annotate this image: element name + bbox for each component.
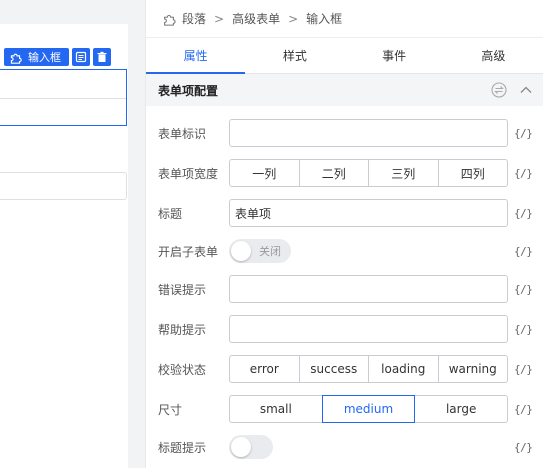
copy-button[interactable]: [72, 48, 90, 66]
toggle-state-text: 关闭: [259, 245, 281, 258]
canvas-input-field[interactable]: [0, 172, 127, 200]
property-panel: 段落 > 高级表单 > 输入框 属性 样式 事件 高级 表单项配置 表单标识 {…: [145, 0, 543, 468]
status-option-success[interactable]: success: [298, 355, 369, 383]
item-width-group: 一列 二列 三列 四列: [229, 159, 508, 187]
field-label: 表单标识: [158, 126, 207, 141]
field-label: 帮助提示: [158, 322, 207, 337]
title-input[interactable]: 表单项: [229, 199, 508, 227]
formula-button[interactable]: {/}: [514, 207, 533, 220]
tab-advanced[interactable]: 高级: [444, 38, 543, 73]
component-tag[interactable]: 输入框: [4, 48, 69, 66]
field-row-help-tip: 帮助提示 {/}: [146, 315, 543, 343]
status-option-warning[interactable]: warning: [437, 355, 508, 383]
formula-button[interactable]: {/}: [514, 363, 533, 376]
field-label: 错误提示: [158, 282, 207, 297]
field-label: 标题: [158, 206, 183, 221]
validate-status-group: error success loading warning: [229, 355, 508, 383]
section-title: 表单项配置: [158, 83, 219, 98]
chevron-up-icon[interactable]: [519, 83, 533, 97]
field-row-error-tip: 错误提示 {/}: [146, 275, 543, 303]
field-row-size: 尺寸 small medium large {/}: [146, 395, 543, 423]
selected-input-component[interactable]: [0, 69, 127, 126]
copy-icon: [75, 51, 87, 63]
breadcrumb-separator: >: [214, 11, 225, 26]
section-actions: [491, 74, 533, 106]
switch-icon[interactable]: [491, 82, 507, 98]
breadcrumb-separator: >: [288, 11, 299, 26]
formula-button[interactable]: {/}: [514, 167, 533, 180]
status-option-loading[interactable]: loading: [368, 355, 439, 383]
delete-button[interactable]: [93, 48, 111, 66]
design-canvas: 输入框: [0, 0, 130, 468]
component-tag-label: 输入框: [28, 51, 61, 64]
field-row-title: 标题 表单项 {/}: [146, 199, 543, 227]
width-option-1[interactable]: 一列: [229, 159, 300, 187]
formula-button[interactable]: {/}: [514, 245, 533, 258]
field-row-title-tip: 标题提示 {/}: [146, 433, 543, 461]
title-tip-toggle[interactable]: [229, 435, 273, 459]
toggle-knob: [231, 241, 251, 261]
field-label: 标题提示: [158, 440, 207, 455]
component-toolbar: 输入框: [4, 48, 111, 66]
component-icon: [10, 53, 22, 64]
width-option-4[interactable]: 四列: [437, 159, 508, 187]
size-option-small[interactable]: small: [229, 395, 323, 423]
field-label: 开启子表单: [158, 244, 219, 259]
field-label: 尺寸: [158, 402, 183, 417]
formula-button[interactable]: {/}: [514, 323, 533, 336]
status-option-error[interactable]: error: [229, 355, 300, 383]
size-option-large[interactable]: large: [414, 395, 509, 423]
tab-properties[interactable]: 属性: [146, 38, 246, 74]
breadcrumb-item[interactable]: 段落: [182, 10, 206, 27]
error-tip-input[interactable]: [229, 275, 508, 303]
breadcrumb-item[interactable]: 输入框: [306, 10, 342, 27]
sub-form-toggle[interactable]: 关闭: [229, 239, 291, 263]
field-row-form-id: 表单标识 {/}: [146, 119, 543, 147]
help-tip-input[interactable]: [229, 315, 508, 343]
size-option-medium[interactable]: medium: [321, 395, 416, 423]
formula-button[interactable]: {/}: [514, 441, 533, 454]
formula-button[interactable]: {/}: [514, 127, 533, 140]
trash-icon: [97, 51, 107, 62]
toggle-knob: [231, 437, 251, 457]
formula-button[interactable]: {/}: [514, 283, 533, 296]
field-row-item-width: 表单项宽度 一列 二列 三列 四列 {/}: [146, 159, 543, 187]
breadcrumb-item[interactable]: 高级表单: [232, 10, 280, 27]
field-row-sub-form: 开启子表单 关闭 {/}: [146, 237, 543, 265]
component-icon: [164, 14, 176, 26]
section-header[interactable]: 表单项配置: [146, 74, 543, 106]
breadcrumb: 段落 > 高级表单 > 输入框: [146, 0, 543, 38]
field-row-validate-status: 校验状态 error success loading warning {/}: [146, 355, 543, 383]
tab-style[interactable]: 样式: [245, 38, 344, 73]
width-option-2[interactable]: 二列: [298, 159, 369, 187]
field-label: 表单项宽度: [158, 166, 219, 181]
form-id-input[interactable]: [229, 119, 508, 147]
size-group: small medium large: [229, 395, 509, 423]
formula-button[interactable]: {/}: [514, 403, 533, 416]
width-option-3[interactable]: 三列: [368, 159, 439, 187]
field-label: 校验状态: [158, 362, 207, 377]
panel-tabs: 属性 样式 事件 高级: [146, 38, 543, 74]
tab-events[interactable]: 事件: [345, 38, 444, 73]
component-divider: [0, 98, 126, 99]
